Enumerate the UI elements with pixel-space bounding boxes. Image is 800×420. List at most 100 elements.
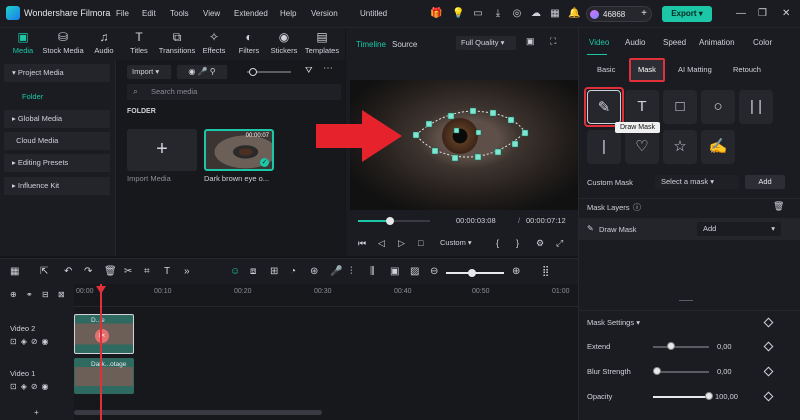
blur-slider-handle[interactable] — [653, 367, 661, 375]
add-track-icon[interactable]: ⊕ — [10, 290, 17, 299]
minimize-icon[interactable]: — — [736, 8, 746, 19]
zoom-in-icon[interactable]: ⊕ — [512, 266, 520, 277]
keyframe-icon[interactable] — [763, 341, 774, 352]
snap-icon[interactable]: ⊞ — [270, 266, 278, 277]
opacity-slider-handle[interactable] — [705, 392, 713, 400]
blur-slider[interactable] — [653, 371, 709, 373]
timeline-zoom-slider[interactable] — [446, 269, 504, 277]
redo-icon[interactable]: ↷ — [84, 266, 92, 277]
audio-sync-icon[interactable]: ⊛ — [310, 266, 318, 277]
render-icon[interactable]: ▣ — [390, 266, 399, 277]
sidebar-item-project-media[interactable]: ▾ Project Media — [4, 64, 110, 82]
subtab-retouch[interactable]: Retouch — [733, 65, 761, 74]
magnet-icon[interactable]: ⊟ — [42, 290, 49, 299]
maximize-icon[interactable]: ❐ — [758, 8, 767, 19]
image-icon[interactable]: ▨ — [410, 266, 419, 277]
filter-icon[interactable]: ⛛ — [305, 65, 313, 76]
cloud-icon[interactable]: ☁ — [530, 8, 542, 20]
split-icon[interactable]: ✂ — [124, 266, 132, 277]
gift-icon[interactable]: 🎁 — [430, 8, 442, 20]
menu-extended[interactable]: Extended — [234, 9, 268, 18]
sidebar-item-cloud-media[interactable]: Cloud Media — [4, 132, 110, 150]
record-controls[interactable]: ◉ 🎤 ⚲ — [177, 65, 227, 79]
mask-settings-label[interactable]: Mask Settings ▾ — [587, 318, 640, 327]
tab-color[interactable]: Color — [753, 38, 772, 47]
tab-stickers[interactable]: ◉ Stickers — [264, 30, 304, 55]
tab-transitions[interactable]: ⧉ Transitions — [157, 30, 197, 55]
add-audio-track-icon[interactable]: + — [34, 408, 39, 417]
star-mask-tile[interactable]: ☆ — [663, 130, 697, 164]
sidebar-item-influence-kit[interactable]: ▸ Influence Kit — [4, 177, 110, 195]
more-icon[interactable]: ⋯ — [323, 63, 333, 74]
tab-video[interactable]: Video — [589, 38, 609, 47]
download-icon[interactable]: ⤓ — [492, 8, 504, 20]
ai-icon[interactable]: ☺ — [230, 266, 240, 277]
timeline-scrollbar[interactable] — [74, 410, 322, 415]
search-input[interactable]: Search media — [127, 84, 341, 100]
info-icon[interactable]: ⓘ — [633, 202, 641, 213]
tab-titles[interactable]: T Titles — [119, 30, 159, 55]
export-button[interactable]: Export ▾ — [662, 6, 712, 22]
tab-speed[interactable]: Speed — [663, 38, 686, 47]
bell-icon[interactable]: 🔔 — [568, 8, 580, 20]
stop-icon[interactable]: □ — [418, 238, 423, 248]
select-mask-dropdown[interactable]: Select a mask ▾ — [655, 175, 739, 189]
tab-filters[interactable]: ◐ Filters — [229, 30, 269, 55]
mark-in-icon[interactable]: { — [496, 238, 499, 248]
quality-dropdown[interactable]: Full Quality ▾ — [456, 36, 516, 50]
snapshot-icon[interactable]: ▣ — [526, 36, 535, 47]
sidebar-item-editing-presets[interactable]: ▸ Editing Presets — [4, 154, 110, 172]
keyframe-icon[interactable] — [763, 366, 774, 377]
tab-animation[interactable]: Animation — [699, 38, 735, 47]
link-icon[interactable]: ⚭ — [26, 290, 33, 299]
sidebar-item-global-media[interactable]: ▸ Global Media — [4, 110, 110, 128]
add-mask-button[interactable]: Add — [745, 175, 785, 189]
tab-audio-props[interactable]: Audio — [625, 38, 645, 47]
thumbnail-size-slider[interactable] — [247, 68, 291, 76]
playback-scrubber[interactable] — [358, 217, 430, 225]
scrubber-handle[interactable] — [386, 217, 395, 225]
mask-layer-dropdown[interactable]: Add ▾ — [697, 222, 781, 236]
extend-slider-handle[interactable] — [667, 342, 675, 350]
mark-out-icon[interactable]: } — [516, 238, 519, 248]
opacity-value[interactable]: 100,00 — [715, 392, 738, 401]
menu-view[interactable]: View — [203, 9, 220, 18]
text-tool-icon[interactable]: T — [164, 266, 170, 277]
mask-layer-row[interactable]: ✎ Draw Mask Add ▾ — [579, 218, 800, 240]
rectangle-mask-tile[interactable]: □ — [663, 90, 697, 124]
keyframe-icon[interactable] — [763, 391, 774, 402]
blur-value[interactable]: 0,00 — [717, 367, 732, 376]
brush-mask-tile[interactable]: ✍ — [701, 130, 735, 164]
expand-icon[interactable]: ⤢ — [556, 238, 563, 249]
extend-value[interactable]: 0,00 — [717, 342, 732, 351]
speed-icon[interactable]: ◔ — [290, 266, 296, 277]
marker-icon[interactable]: ⧈ — [250, 266, 256, 277]
line-mask-tile[interactable]: | | — [739, 90, 773, 124]
points-badge[interactable]: 46868 + — [586, 6, 652, 22]
keyframe-icon[interactable] — [763, 317, 774, 328]
playhead[interactable] — [100, 284, 102, 420]
monitor-icon[interactable]: ▭ — [472, 8, 484, 20]
layout-icon[interactable]: ▦ — [10, 266, 19, 277]
import-media-tile[interactable]: + — [127, 129, 197, 171]
settings-icon[interactable]: ⚙ — [536, 238, 544, 249]
equalizer-icon[interactable]: ⫼ — [370, 266, 375, 277]
zoom-dropdown[interactable]: Custom ▾ — [436, 236, 476, 250]
lightbulb-icon[interactable]: 💡 — [452, 8, 464, 20]
delete-icon[interactable]: 🗑 — [104, 266, 117, 277]
grid-icon[interactable]: ▦ — [549, 8, 561, 20]
tab-audio[interactable]: ♫ Audio — [84, 30, 124, 55]
menu-tools[interactable]: Tools — [170, 9, 189, 18]
track-controls-video-2[interactable]: ⊡◈⊘◉ — [10, 337, 53, 346]
extend-slider[interactable] — [653, 346, 709, 348]
circle-mask-tile[interactable]: ○ — [701, 90, 735, 124]
import-dropdown[interactable]: Import ▾ — [127, 65, 171, 79]
menu-help[interactable]: Help — [280, 9, 296, 18]
select-tool-icon[interactable]: ⇱ — [40, 266, 48, 277]
menu-file[interactable]: File — [116, 9, 129, 18]
subtab-basic[interactable]: Basic — [597, 65, 615, 74]
tab-stock-media[interactable]: ⛁ Stock Media — [40, 30, 86, 55]
trash-icon[interactable]: 🗑 — [773, 201, 784, 212]
media-clip-thumbnail[interactable]: 00:00:07 ✓ — [204, 129, 274, 171]
tab-source[interactable]: Source — [392, 40, 417, 49]
